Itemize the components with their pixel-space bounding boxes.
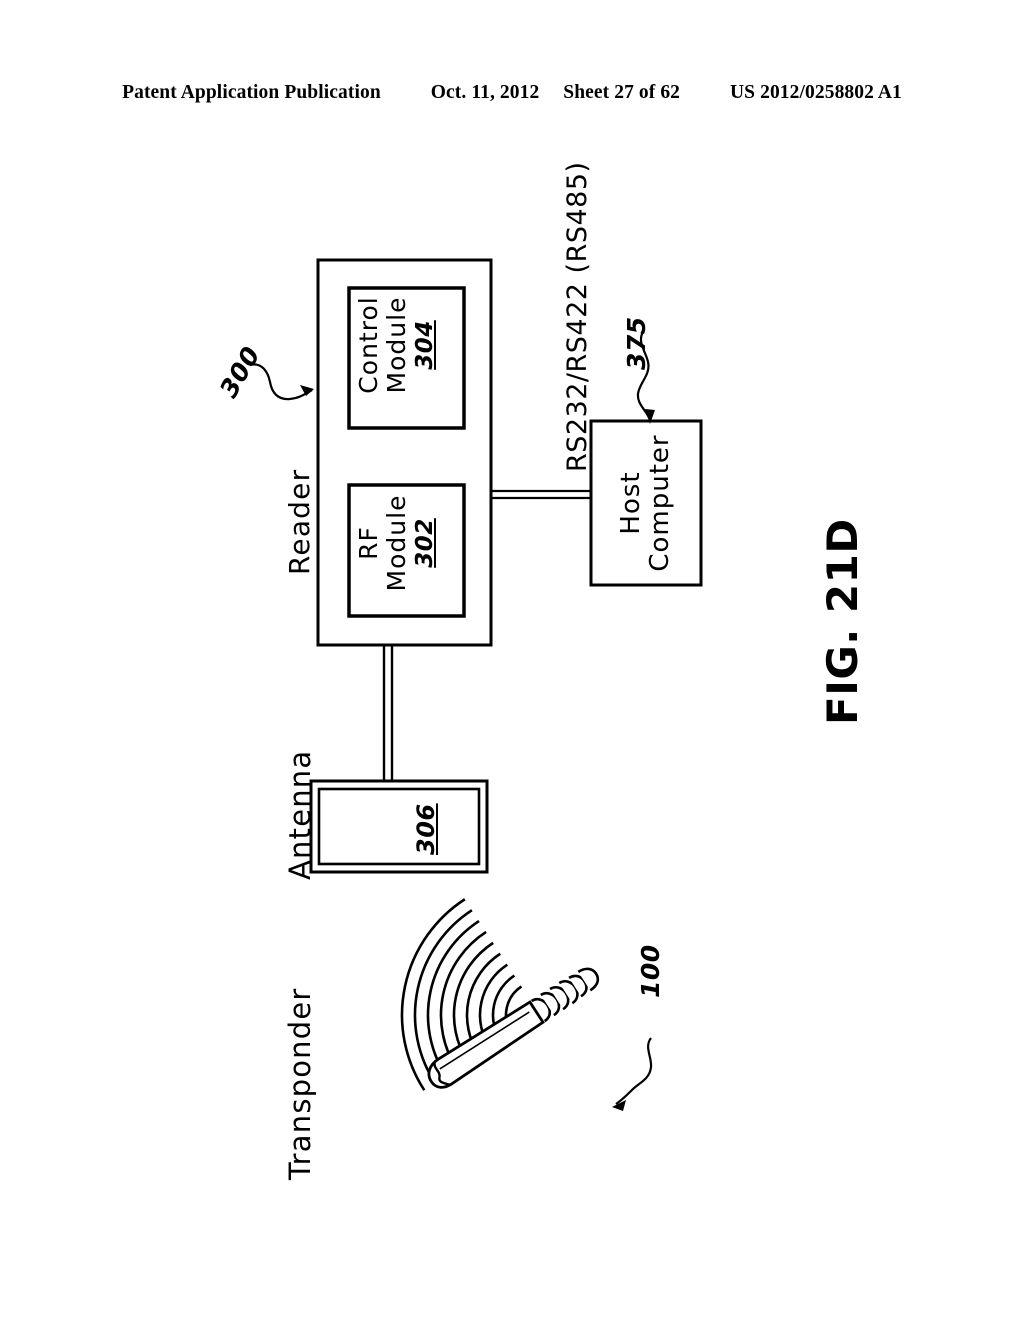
rf-module-numeral: 302 — [412, 518, 438, 568]
row-label-transponder: Transponder — [283, 987, 317, 1180]
antenna-numeral: 306 — [412, 803, 440, 855]
reader-host-connector — [491, 489, 591, 500]
figure-caption: FIG. 21D — [818, 518, 867, 725]
control-module-line1: Control — [354, 296, 383, 394]
control-module-label: Control Module 304 — [354, 270, 439, 420]
reference-numeral-375: 375 — [622, 316, 651, 370]
reference-numeral-100: 100 — [636, 944, 665, 998]
antenna-inner-box — [317, 787, 481, 866]
row-label-reader: Reader — [283, 468, 316, 575]
host-computer-line1: Host — [616, 471, 646, 535]
figure-drawing — [0, 0, 1024, 1320]
host-computer-label: Host Computer — [616, 428, 676, 578]
transponder-body — [427, 967, 600, 1089]
host-computer-line2: Computer — [645, 434, 676, 572]
control-module-numeral: 304 — [412, 320, 438, 370]
ref-300-leader — [249, 363, 314, 401]
rf-module-line2: Module — [382, 494, 411, 592]
reader-antenna-connector — [382, 645, 394, 781]
control-module-line2: Module — [382, 296, 411, 394]
rf-module-label: RF Module 302 — [354, 468, 439, 618]
row-label-antenna: Antenna — [283, 749, 317, 880]
rf-module-line1: RF — [354, 526, 383, 560]
bus-interface-label: RS232/RS422 (RS485) — [562, 161, 593, 472]
ref-100-leader — [612, 1037, 653, 1111]
figure-svg — [249, 258, 703, 1111]
antenna-outer-box — [309, 779, 489, 874]
